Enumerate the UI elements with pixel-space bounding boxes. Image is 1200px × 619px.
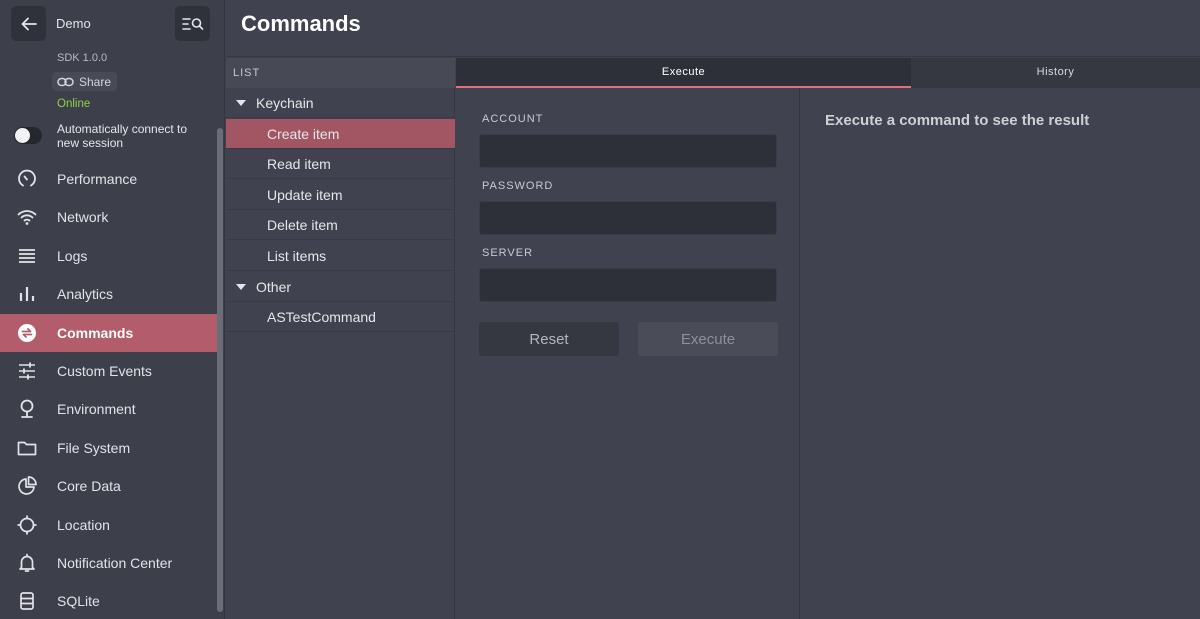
reset-button[interactable]: Reset (479, 322, 619, 356)
auto-connect-row: Automatically connect to new session (14, 122, 214, 153)
search-list-icon (181, 17, 203, 30)
password-field[interactable] (479, 201, 777, 235)
sidebar-item-notification-center[interactable]: Notification Center (0, 544, 217, 582)
sidebar-item-label: Core Data (57, 478, 121, 494)
gauge-icon (17, 169, 37, 189)
database-icon (17, 591, 37, 611)
command-label: Create item (267, 126, 340, 142)
sidebar-item-label: SQLite (57, 593, 100, 609)
sidebar-item-label: Environment (57, 401, 136, 417)
command-label: List items (267, 248, 327, 264)
link-icon (57, 77, 74, 86)
sidebar-item-core-data[interactable]: Core Data (0, 467, 217, 505)
sidebar-item-label: Custom Events (57, 363, 152, 379)
sidebar-item-logs[interactable]: Logs (0, 237, 217, 275)
sidebar-item-location[interactable]: Location (0, 506, 217, 544)
pie-icon (17, 476, 37, 496)
arrow-left-icon (21, 17, 37, 30)
sidebar-item-environment[interactable]: Environment (0, 390, 217, 428)
page-title: Commands (241, 11, 361, 36)
account-field[interactable] (479, 134, 777, 168)
group-label: Keychain (256, 95, 314, 111)
command-list: LIST Keychain Create item Read item Upda… (226, 58, 455, 619)
group-other[interactable]: Other (226, 272, 455, 302)
sidebar-item-file-system[interactable]: File System (0, 429, 217, 467)
result-pane: Execute a command to see the result (801, 88, 1200, 619)
toggle-knob (15, 128, 30, 143)
pin-icon (17, 399, 37, 419)
command-label: Update item (267, 187, 343, 203)
share-label: Share (79, 74, 112, 89)
bell-icon (17, 553, 37, 573)
group-keychain[interactable]: Keychain (226, 88, 455, 118)
share-button[interactable]: Share (52, 72, 118, 91)
sidebar: Demo SDK 1.0.0 Share Online Automaticall… (0, 0, 225, 619)
tab-execute[interactable]: Execute (456, 58, 911, 88)
sidebar-item-label: Performance (57, 171, 138, 187)
sdk-version: SDK 1.0.0 (57, 52, 108, 64)
sidebar-scrollbar[interactable] (217, 128, 223, 612)
crosshair-icon (17, 515, 37, 535)
auto-connect-label: Automatically connect to new session (57, 122, 188, 150)
tab-history[interactable]: History (911, 58, 1200, 88)
wifi-icon (17, 207, 37, 227)
bar-chart-icon (17, 284, 37, 304)
command-label: Read item (267, 156, 331, 172)
sidebar-item-label: Notification Center (57, 555, 173, 571)
sidebar-item-label: Logs (57, 248, 88, 264)
sidebar-item-label: Network (57, 209, 109, 225)
execute-button[interactable]: Execute (638, 322, 778, 356)
sidebar-top: Demo (0, 0, 224, 46)
caret-down-icon (236, 284, 246, 290)
group-label: Other (256, 279, 292, 295)
command-label: Delete item (267, 217, 338, 233)
command-list-items[interactable]: List items (226, 241, 455, 271)
sidebar-item-analytics[interactable]: Analytics (0, 275, 217, 313)
auto-connect-toggle[interactable] (14, 127, 42, 144)
sidebar-item-performance[interactable]: Performance (0, 160, 217, 198)
swap-arrows-icon (17, 323, 37, 343)
page-header: Commands (226, 0, 1200, 57)
sidebar-item-custom-events[interactable]: Custom Events (0, 352, 217, 390)
command-create-item[interactable]: Create item (226, 119, 455, 149)
sidebar-item-label: Location (57, 517, 110, 533)
result-placeholder: Execute a command to see the result (825, 112, 1090, 129)
command-label: ASTestCommand (267, 309, 376, 325)
command-form: ACCOUNT PASSWORD SERVER Reset Execute (456, 88, 800, 619)
connection-status: Online (57, 98, 91, 110)
back-button[interactable] (11, 6, 46, 41)
sliders-icon (17, 361, 37, 381)
server-field[interactable] (479, 268, 777, 302)
account-label: ACCOUNT (482, 113, 544, 125)
lines-icon (17, 246, 37, 266)
command-read-item[interactable]: Read item (226, 149, 455, 179)
command-delete-item[interactable]: Delete item (226, 210, 455, 240)
server-label: SERVER (482, 247, 534, 259)
sidebar-item-label: File System (57, 440, 131, 456)
folder-icon (17, 438, 37, 458)
command-astestcommand[interactable]: ASTestCommand (226, 302, 455, 332)
app-window: Demo SDK 1.0.0 Share Online Automaticall… (0, 0, 1200, 619)
detail-tabs: Execute History (456, 58, 1200, 88)
command-update-item[interactable]: Update item (226, 180, 455, 210)
list-header: LIST (226, 58, 455, 88)
sidebar-item-network[interactable]: Network (0, 198, 217, 236)
sidebar-item-commands[interactable]: Commands (0, 314, 217, 352)
search-sessions-button[interactable] (175, 6, 210, 41)
password-label: PASSWORD (482, 180, 554, 192)
sidebar-item-label: Commands (57, 325, 134, 341)
sidebar-item-sqlite[interactable]: SQLite (0, 582, 217, 619)
caret-down-icon (236, 100, 246, 106)
sidebar-item-label: Analytics (57, 286, 114, 302)
app-name: Demo (56, 16, 91, 31)
